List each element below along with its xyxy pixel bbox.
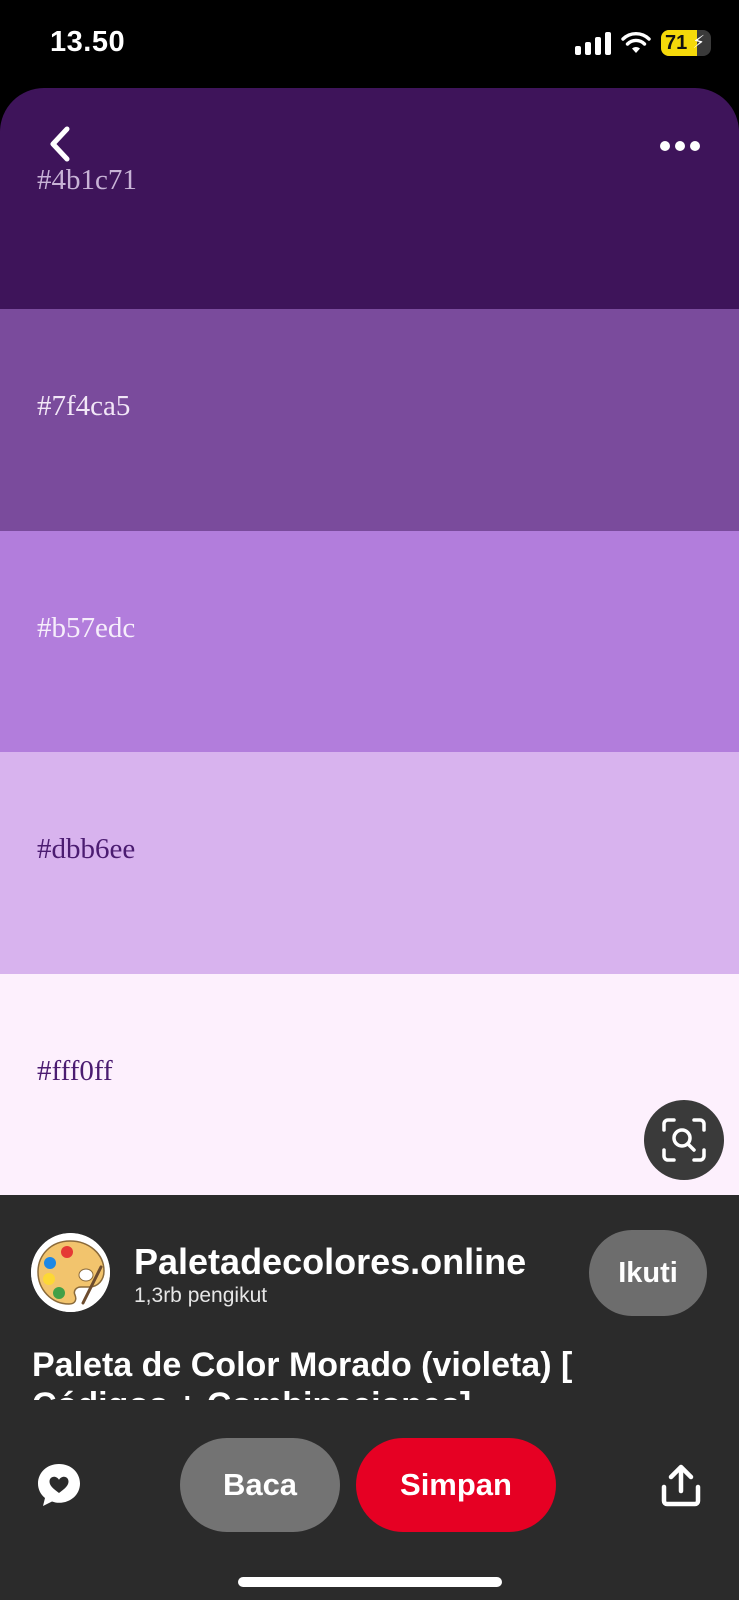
home-indicator[interactable] <box>238 1577 502 1587</box>
action-bar: Baca Simpan <box>0 1400 739 1600</box>
status-bar: 13.50 71 ⚡ <box>0 0 739 88</box>
visual-search-icon <box>662 1118 706 1162</box>
swatch-hex-label: #dbb6ee <box>37 833 136 866</box>
color-swatch: #7f4ca5 <box>0 309 739 531</box>
visual-search-button[interactable] <box>644 1100 724 1180</box>
back-button[interactable] <box>40 122 80 166</box>
color-swatch: #b57edc <box>0 530 739 753</box>
profile-avatar[interactable] <box>31 1233 110 1312</box>
color-swatch: #4b1c71 <box>0 88 739 310</box>
charging-bolt-icon: ⚡ <box>692 32 705 52</box>
wifi-icon <box>621 32 651 53</box>
save-button[interactable]: Simpan <box>356 1438 556 1532</box>
pin-title: Paleta de Color Morado (violeta) [ Códig… <box>32 1346 573 1401</box>
profile-name[interactable]: Paletadecolores.online <box>134 1241 526 1283</box>
swatch-hex-label: #b57edc <box>37 611 136 644</box>
comment-button[interactable] <box>34 1460 84 1510</box>
status-icons: 71 ⚡ <box>575 30 711 56</box>
read-button[interactable]: Baca <box>180 1438 340 1532</box>
swatch-hex-label: #4b1c71 <box>37 164 137 196</box>
cellular-signal-icon <box>575 31 611 55</box>
pin-detail-screen: 13.50 71 ⚡ #4b1c71 #7f4ca5 #b57edc #dbb6… <box>0 0 739 1600</box>
paint-palette-icon <box>31 1233 110 1312</box>
follow-button[interactable]: Ikuti <box>589 1230 707 1316</box>
ellipsis-icon <box>660 141 700 151</box>
color-swatch: #fff0ff <box>0 973 739 1195</box>
battery-level: 71 <box>665 31 688 54</box>
share-upload-icon <box>661 1464 701 1507</box>
heart-bubble-icon <box>38 1464 80 1506</box>
chevron-left-icon <box>50 126 70 162</box>
battery-icon: 71 ⚡ <box>661 30 711 56</box>
color-swatch: #dbb6ee <box>0 752 739 974</box>
swatch-hex-label: #7f4ca5 <box>37 390 131 423</box>
share-button[interactable] <box>656 1460 706 1510</box>
status-time: 13.50 <box>50 26 126 58</box>
follower-count: 1,3rb pengikut <box>134 1284 268 1307</box>
more-options-button[interactable] <box>655 128 705 164</box>
pin-image[interactable]: #4b1c71 #7f4ca5 #b57edc #dbb6ee #fff0ff <box>0 88 739 1195</box>
swatch-hex-label: #fff0ff <box>37 1054 113 1087</box>
